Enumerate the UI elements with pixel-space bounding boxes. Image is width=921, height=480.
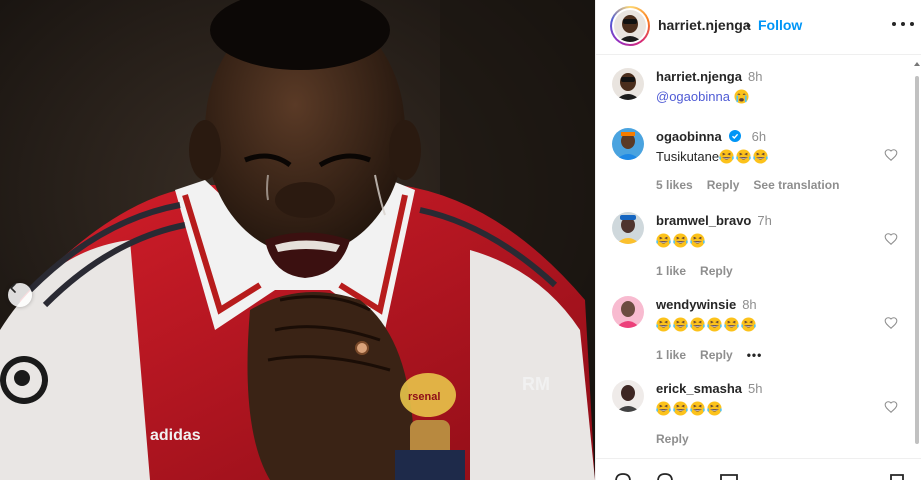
reply-button[interactable]: Reply — [656, 432, 689, 446]
caption-avatar[interactable] — [612, 68, 644, 100]
laughing-tears-emoji — [673, 317, 688, 332]
comment-text: Tusikutane — [656, 149, 876, 164]
comment-time: 8h — [742, 297, 757, 312]
laughing-tears-emoji — [753, 149, 768, 164]
laughing-tears-emoji — [736, 149, 751, 164]
follow-button[interactable]: Follow — [758, 17, 802, 33]
comment-username[interactable]: bramwel_bravo — [656, 213, 751, 228]
comment-text — [656, 233, 876, 248]
laughing-tears-emoji — [656, 233, 671, 248]
comment-icon[interactable] — [654, 473, 676, 480]
comment-meta: 1 like Reply — [656, 264, 747, 278]
comment-item: erick_smasha 5h Reply — [612, 380, 912, 456]
verified-badge-icon — [729, 130, 742, 142]
reply-button[interactable]: Reply — [700, 348, 733, 362]
comment-item: ogaobinna 6h Tusikutane 5 likes Reply See … — [612, 128, 912, 208]
comment-username[interactable]: erick_smasha — [656, 381, 742, 396]
laughing-tears-emoji — [673, 233, 688, 248]
svg-text:adidas: adidas — [150, 427, 201, 444]
likes-count[interactable]: 1 like — [656, 264, 686, 278]
heart-icon[interactable] — [884, 232, 898, 246]
instagram-post-view: rsenal RM adidas harriet.njenga • Follow… — [0, 0, 921, 480]
comment-item: wendywinsie 8h 1 like Reply ••• — [612, 296, 912, 376]
heart-icon[interactable] — [884, 148, 898, 162]
comment-time: 7h — [757, 213, 772, 228]
share-icon[interactable] — [718, 473, 740, 480]
laughing-tears-emoji — [656, 317, 671, 332]
post-side-panel: harriet.njenga • Follow harriet.njenga 8h — [595, 0, 921, 480]
post-photo: rsenal RM adidas — [0, 0, 595, 480]
photo-crying-fan: rsenal RM adidas — [0, 0, 595, 480]
laughing-tears-emoji — [690, 401, 705, 416]
svg-text:rsenal: rsenal — [408, 391, 440, 403]
heart-icon[interactable] — [884, 316, 898, 330]
comment-username[interactable]: wendywinsie — [656, 297, 736, 312]
comment-meta: 5 likes Reply See translation — [656, 178, 853, 192]
scroll-thumb[interactable] — [915, 76, 919, 444]
comment-text — [656, 317, 876, 332]
crying-face-icon — [734, 89, 749, 104]
comment-time: 6h — [751, 129, 767, 144]
caption-time: 8h — [747, 69, 763, 84]
laughing-tears-emoji — [690, 233, 705, 248]
svg-text:RM: RM — [522, 374, 550, 394]
see-translation-link[interactable]: See translation — [753, 178, 839, 192]
author-avatar-ring[interactable] — [610, 6, 650, 46]
reply-button[interactable]: Reply — [700, 264, 733, 278]
more-options-icon[interactable] — [892, 14, 914, 34]
laughing-tears-emoji — [707, 317, 722, 332]
comment-avatar[interactable] — [612, 128, 644, 160]
post-actions-bar — [596, 458, 921, 480]
comment-username[interactable]: ogaobinna — [656, 129, 722, 144]
like-post-icon[interactable] — [612, 473, 634, 480]
comment-avatar[interactable] — [612, 212, 644, 244]
scroll-up-arrow-icon[interactable] — [914, 62, 920, 66]
bookmark-icon[interactable] — [886, 473, 908, 480]
likes-count[interactable]: 1 like — [656, 348, 686, 362]
laughing-tears-emoji — [707, 401, 722, 416]
comment-avatar[interactable] — [612, 296, 644, 328]
comments-scrollbar[interactable] — [914, 60, 920, 460]
laughing-tears-emoji — [741, 317, 756, 332]
author-username[interactable]: harriet.njenga — [658, 17, 751, 33]
laughing-tears-emoji — [690, 317, 705, 332]
comment-text — [656, 401, 876, 416]
comment-time: 5h — [748, 381, 763, 396]
caption-username[interactable]: harriet.njenga — [656, 69, 742, 84]
comment-meta: Reply — [656, 432, 703, 446]
mention-link[interactable]: @ogaobinna — [656, 89, 730, 104]
comment-meta: 1 like Reply ••• — [656, 348, 776, 362]
author-avatar — [614, 10, 646, 42]
post-header: harriet.njenga • Follow — [596, 0, 921, 55]
laughing-tears-emoji — [656, 401, 671, 416]
comment-item: bramwel_bravo 7h 1 like Reply — [612, 212, 912, 292]
likes-count[interactable]: 5 likes — [656, 178, 693, 192]
reply-button[interactable]: Reply — [707, 178, 740, 192]
previous-photo-button[interactable] — [8, 283, 32, 307]
caption-text: @ogaobinna — [656, 89, 876, 104]
laughing-tears-emoji — [719, 149, 734, 164]
laughing-tears-emoji — [724, 317, 739, 332]
chevron-left-icon — [9, 283, 16, 293]
comments-list: harriet.njenga 8h @ogaobinna ogaobinna 6h… — [596, 56, 912, 456]
separator-dot: • — [746, 17, 751, 33]
comment-options-icon[interactable]: ••• — [747, 348, 763, 362]
comment-avatar[interactable] — [612, 380, 644, 412]
heart-icon[interactable] — [884, 400, 898, 414]
laughing-tears-emoji — [673, 401, 688, 416]
